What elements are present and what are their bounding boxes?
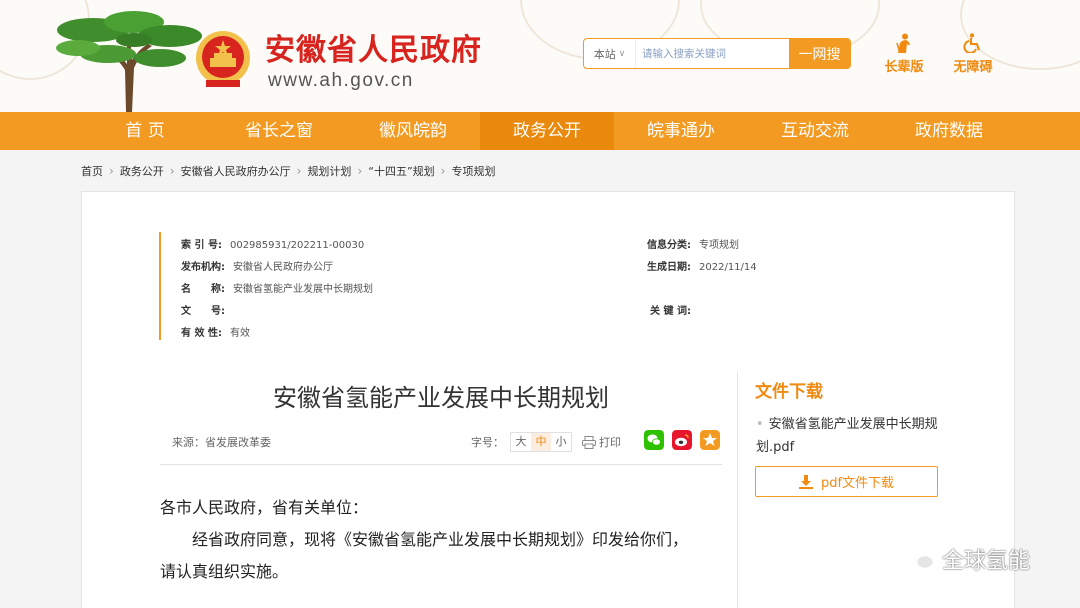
download-title: 文件下载 [755,382,823,402]
meta-key: 信息分类: [647,240,691,251]
font-size-medium[interactable]: 中 [531,433,551,451]
site-header: 安徽省人民政府 www.ah.gov.cn 本站 ∨ 一网搜 长辈版 无障碍 [0,0,1080,112]
nav-item-services[interactable]: 皖事通办 [614,112,748,150]
font-size-large[interactable]: 大 [511,433,531,451]
meta-value: 安徽省人民政府办公厅 [233,262,333,273]
meta-value: 2022/11/14 [699,262,757,273]
watermark-text: 全球氢能 [942,549,1031,574]
chevron-down-icon: ∨ [618,48,626,59]
search-input[interactable] [636,39,789,68]
meta-key: 发布机构: [181,262,225,273]
divider [160,464,722,465]
main-nav: 首 页 省长之窗 徽风皖韵 政务公开 皖事通办 互动交流 政府数据 [0,112,1080,150]
nav-item-interaction[interactable]: 互动交流 [748,112,882,150]
meta-keywords: 关 键 词: [650,302,699,317]
meta-docno: 文 号: [181,302,233,317]
file-name-line: 划.pdf [756,440,795,455]
font-size-label: 字号： [471,436,504,449]
meta-category: 信息分类: 专项规划 [647,236,739,251]
font-size-small[interactable]: 小 [551,433,571,451]
pdf-download-label: pdf文件下载 [820,476,895,491]
wechat-icon[interactable] [644,430,664,450]
font-size-control: 字号： 大 中 小 打印 [471,432,621,452]
watermark: 全球氢能 [906,543,1030,575]
nav-item-home[interactable]: 首 页 [78,112,212,150]
article-source: 来源：省发展改革委 [172,436,271,449]
favorite-icon[interactable] [700,430,720,450]
breadcrumb-item[interactable]: 首页 [81,163,103,179]
meta-name: 名 称: 安徽省氢能产业发展中长期规划 [181,280,373,295]
wheelchair-icon [963,33,980,53]
national-emblem-icon [196,31,250,87]
wechat-icon [907,548,935,570]
chevron-right-icon: › [357,164,363,178]
article-title: 安徽省氢能产业发展中长期规划 [273,384,609,412]
chevron-right-icon: › [296,164,302,178]
search-button[interactable]: 一网搜 [789,39,850,68]
meta-value: 002985931/202211-00030 [229,240,365,251]
nav-item-culture[interactable]: 徽风皖韵 [346,112,480,150]
search-scope-label: 本站 [593,47,616,61]
download-icon [798,474,813,489]
pdf-download-button[interactable]: pdf文件下载 [755,466,938,497]
search-scope-select[interactable]: 本站 ∨ [584,39,636,68]
meta-validity: 有 效 性: 有效 [181,324,250,339]
printer-icon [582,435,596,449]
print-button[interactable]: 打印 [582,434,621,450]
site-name[interactable]: 安徽省人民政府 [265,33,482,69]
font-size-options: 大 中 小 [510,432,572,452]
print-label: 打印 [599,436,621,449]
elder-mode-label: 长辈版 [884,60,924,75]
nav-item-data[interactable]: 政府数据 [882,112,1016,150]
breadcrumb-item[interactable]: 规划计划 [307,163,351,179]
nav-item-public-affairs[interactable]: 政务公开 [480,112,614,150]
meta-key: 名 称: [181,284,225,295]
meta-key: 生成日期: [647,262,691,273]
weibo-icon[interactable] [672,430,692,450]
meta-org: 发布机构: 安徽省人民政府办公厅 [181,258,333,273]
document-metadata: 索 引 号: 002985931/202211-00030 发布机构: 安徽省人民政… [159,232,859,340]
chevron-right-icon: › [169,164,175,178]
breadcrumb-item[interactable]: “十四五”规划 [368,163,434,179]
chevron-right-icon: › [109,164,114,178]
accessibility-button[interactable]: 无障碍 [943,33,1003,75]
meta-key: 关 键 词: [650,306,691,317]
meta-date: 生成日期: 2022/11/14 [647,258,757,273]
accessibility-label: 无障碍 [953,60,993,75]
content-card: 索 引 号: 002985931/202211-00030 发布机构: 安徽省人民政… [81,191,1015,608]
nav-item-governor[interactable]: 省长之窗 [212,112,346,150]
elder-mode-button[interactable]: 长辈版 [874,33,934,75]
article-paragraph: 经省政府同意，现将《安徽省氢能产业发展中长期规划》印发给你们， [160,530,689,549]
bullet-icon: • [756,417,764,432]
site-url: www.ah.gov.cn [268,70,414,91]
meta-key: 索 引 号: [181,240,222,251]
file-name-line: 安徽省氢能产业发展中长期规 [768,417,938,432]
pine-tree-icon [56,11,202,112]
meta-value: 有效 [229,328,250,339]
breadcrumb-item[interactable]: 政务公开 [120,163,164,179]
meta-key: 有 效 性: [181,328,222,339]
elder-icon [896,33,910,53]
download-file-link[interactable]: • 安徽省氢能产业发展中长期规 划.pdf [756,413,946,459]
article-paragraph: 请认真组织实施。 [160,562,289,581]
meta-index: 索 引 号: 002985931/202211-00030 [181,236,364,251]
meta-value: 专项规划 [699,240,739,251]
article-paragraph: 各市人民政府，省有关单位： [160,498,369,517]
meta-key: 文 号: [181,306,225,317]
breadcrumb-item[interactable]: 专项规划 [451,163,495,179]
meta-value: 安徽省氢能产业发展中长期规划 [233,284,373,295]
search-bar: 本站 ∨ 一网搜 [583,38,851,69]
chevron-right-icon: › [440,164,446,178]
breadcrumb-item[interactable]: 安徽省人民政府办公厅 [181,163,291,179]
breadcrumb: 首页 › 政务公开 › 安徽省人民政府办公厅 › 规划计划 › “十四五”规划 … [81,163,495,179]
